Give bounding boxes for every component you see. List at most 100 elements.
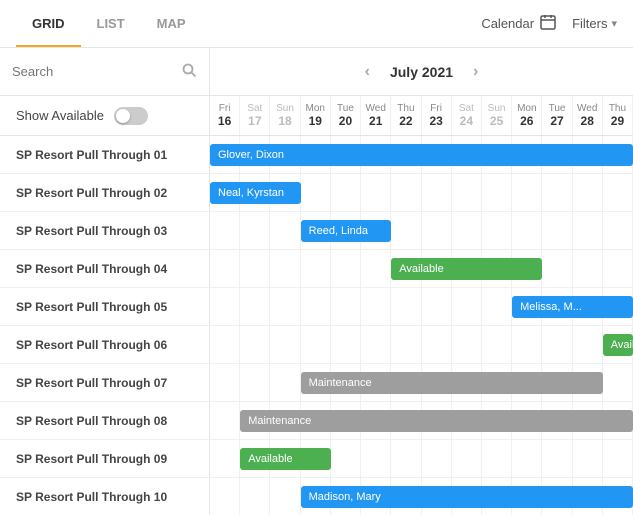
table-row: SP Resort Pull Through 02Neal, Kyrstan: [0, 174, 633, 212]
grid-cell: [361, 288, 391, 325]
filters-button[interactable]: Filters ▾: [572, 16, 617, 31]
grid-cell: [301, 212, 331, 249]
grid-cell: [482, 250, 512, 287]
row-cells: Reed, Linda: [210, 212, 633, 249]
row-cells: Maintenance: [210, 402, 633, 439]
grid-cell: [573, 250, 603, 287]
grid-cell: [542, 250, 572, 287]
day-name: Sun: [488, 103, 506, 114]
grid-cell: [391, 364, 421, 401]
grid-cell: [391, 174, 421, 211]
grid-cell: [452, 364, 482, 401]
grid-cell: [542, 364, 572, 401]
day-name: Mon: [517, 103, 536, 114]
day-header-16: Fri16: [210, 96, 240, 135]
grid-cell: [603, 364, 633, 401]
grid-cell: [542, 478, 572, 515]
grid-cell: [512, 212, 542, 249]
grid-cell: [301, 440, 331, 477]
search-input[interactable]: [12, 64, 174, 79]
grid-cell: [603, 174, 633, 211]
grid-cell: [391, 440, 421, 477]
grid-cell: [512, 136, 542, 173]
next-month-button[interactable]: ›: [465, 59, 486, 85]
grid-cell: [210, 440, 240, 477]
grid-cell: [482, 326, 512, 363]
grid-cell: [240, 402, 270, 439]
search-area: [0, 48, 210, 95]
grid-cell: [210, 402, 240, 439]
grid-cell: [573, 402, 603, 439]
grid-cell: [422, 478, 452, 515]
grid-cell: [452, 402, 482, 439]
tab-list[interactable]: LIST: [81, 2, 141, 47]
grid-cell: [603, 402, 633, 439]
grid-cell: [240, 326, 270, 363]
day-name: Fri: [430, 103, 442, 114]
day-number: 29: [611, 114, 624, 128]
row-label: SP Resort Pull Through 06: [0, 326, 210, 363]
day-name: Sat: [247, 103, 262, 114]
day-number: 21: [369, 114, 382, 128]
row-label: SP Resort Pull Through 02: [0, 174, 210, 211]
month-nav: ‹ July 2021 ›: [210, 59, 633, 85]
grid-cell: [331, 326, 361, 363]
table-row: SP Resort Pull Through 03Reed, Linda: [0, 212, 633, 250]
month-label: July 2021: [390, 64, 453, 80]
grid-cell: [361, 402, 391, 439]
day-header-23: Fri23: [422, 96, 452, 135]
day-header-24: Sat24: [452, 96, 482, 135]
grid-cell: [422, 364, 452, 401]
grid-cell: [482, 136, 512, 173]
grid-cell: [240, 174, 270, 211]
grid-cell: [452, 136, 482, 173]
grid-body: SP Resort Pull Through 01Glover, DixonSP…: [0, 136, 633, 515]
grid-cell: [422, 402, 452, 439]
grid-cell: [542, 136, 572, 173]
grid-cell: [331, 440, 361, 477]
grid-cell: [331, 478, 361, 515]
grid-cell: [270, 250, 300, 287]
grid-cell: [331, 174, 361, 211]
grid-cell: [512, 326, 542, 363]
show-available-toggle[interactable]: [114, 107, 148, 125]
day-header-18: Sun18: [270, 96, 300, 135]
grid-cell: [512, 174, 542, 211]
grid-cell: [573, 440, 603, 477]
calendar-label: Calendar: [481, 16, 534, 31]
grid-cell: [482, 440, 512, 477]
grid-cell: [270, 288, 300, 325]
day-header-26: Mon26: [512, 96, 542, 135]
grid-cell: [573, 212, 603, 249]
filters-label: Filters: [572, 16, 607, 31]
grid-cell: [603, 326, 633, 363]
row-cells: Maintenance: [210, 364, 633, 401]
day-number: 16: [218, 114, 231, 128]
grid-cell: [391, 212, 421, 249]
grid-cell: [452, 326, 482, 363]
grid-cell: [270, 212, 300, 249]
grid-cell: [361, 136, 391, 173]
grid-cell: [573, 174, 603, 211]
grid-cell: [512, 288, 542, 325]
grid-cell: [361, 174, 391, 211]
day-number: 17: [248, 114, 261, 128]
grid-cell: [270, 326, 300, 363]
prev-month-button[interactable]: ‹: [357, 59, 378, 85]
day-name: Tue: [549, 103, 566, 114]
grid-cell: [542, 326, 572, 363]
day-headers: Fri16Sat17Sun18Mon19Tue20Wed21Thu22Fri23…: [210, 96, 633, 135]
show-available-row: Show Available Fri16Sat17Sun18Mon19Tue20…: [0, 96, 633, 136]
tab-map[interactable]: MAP: [141, 2, 202, 47]
grid-cell: [270, 174, 300, 211]
grid-cell: [361, 326, 391, 363]
grid-cell: [210, 478, 240, 515]
grid-cell: [452, 212, 482, 249]
grid-cell: [301, 478, 331, 515]
grid-cell: [301, 250, 331, 287]
show-available-label: Show Available: [16, 108, 104, 123]
grid-cell: [452, 250, 482, 287]
day-number: 24: [460, 114, 473, 128]
calendar-button[interactable]: Calendar: [481, 14, 556, 33]
tab-grid[interactable]: GRID: [16, 2, 81, 47]
